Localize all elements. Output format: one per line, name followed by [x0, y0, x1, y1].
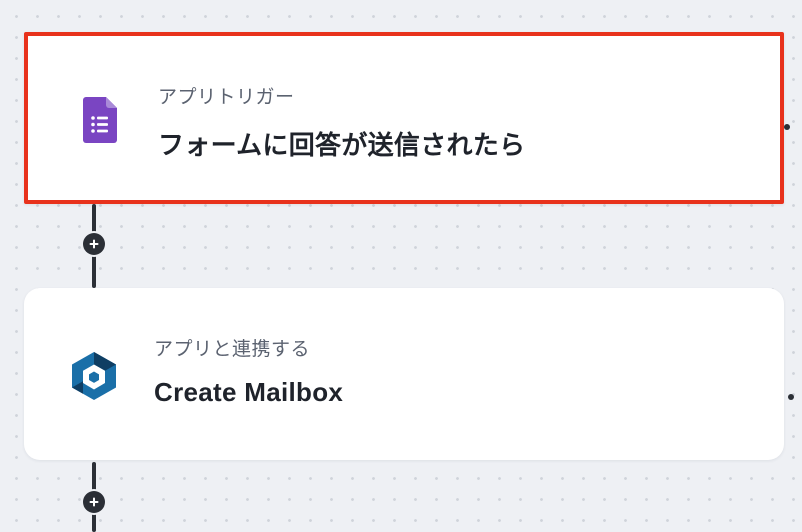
step-type-label: アプリトリガー	[158, 87, 295, 108]
plus-icon	[89, 239, 99, 249]
google-forms-icon	[80, 96, 120, 144]
action-step-card[interactable]: アプリと連携する Create Mailbox	[24, 288, 794, 460]
plus-icon	[89, 497, 99, 507]
step-type-label: アプリと連携する	[154, 339, 311, 360]
step-title: フォームに回答が送信されたら	[158, 130, 526, 160]
mailbox-app-icon	[68, 350, 120, 402]
step-title: Create Mailbox	[154, 377, 344, 407]
flow-canvas: アプリトリガー フォームに回答が送信されたら アプリと連携する Create M…	[0, 0, 802, 532]
add-step-button[interactable]	[83, 233, 105, 255]
connection-handle[interactable]	[788, 394, 794, 400]
trigger-step-card[interactable]: アプリトリガー フォームに回答が送信されたら	[24, 32, 790, 204]
connection-handle[interactable]	[784, 124, 790, 130]
add-step-button[interactable]	[83, 491, 105, 513]
